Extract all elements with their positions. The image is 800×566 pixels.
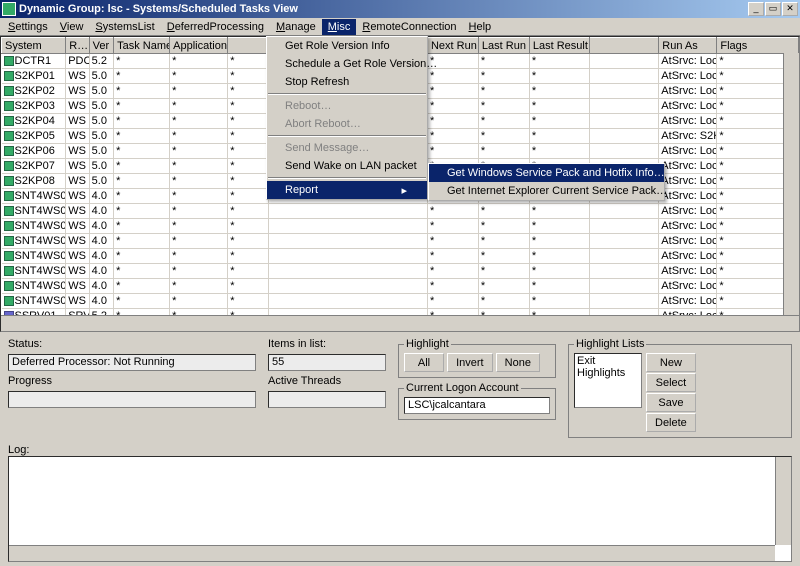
status-value: Deferred Processor: Not Running	[8, 354, 256, 371]
hl-delete-button[interactable]: Delete	[646, 413, 696, 432]
items-label: Items in list:	[268, 338, 386, 350]
menu-item[interactable]: Stop Refresh	[267, 73, 427, 91]
highlight-invert-button[interactable]: Invert	[447, 353, 493, 372]
system-icon	[4, 236, 14, 246]
log-textarea[interactable]	[8, 456, 792, 562]
col-header[interactable]: Application	[170, 38, 228, 54]
menu-item: Abort Reboot…	[267, 115, 427, 133]
system-icon	[4, 206, 14, 216]
col-header[interactable]	[228, 38, 269, 54]
system-icon	[4, 161, 14, 171]
table-row[interactable]: SNT4WS08WS4.0******AtSrvc: Local…*	[2, 294, 799, 309]
submenu-item[interactable]: Get Windows Service Pack and Hotfix Info…	[429, 164, 664, 182]
menu-systemslist[interactable]: SystemsList	[89, 19, 160, 35]
system-icon	[4, 101, 14, 111]
table-row[interactable]: SNT4WS07WS4.0******AtSrvc: Local…*	[2, 279, 799, 294]
menu-item[interactable]: Send Wake on LAN packet	[267, 157, 427, 175]
report-submenu[interactable]: Get Windows Service Pack and Hotfix Info…	[428, 163, 665, 201]
col-header[interactable]: Flags	[717, 38, 799, 54]
highlight-fieldset: Highlight All Invert None	[398, 338, 556, 378]
system-icon	[4, 266, 14, 276]
col-header[interactable]: Last Run	[478, 38, 529, 54]
table-row[interactable]: SNT4WS05WS4.0******AtSrvc: Local…*	[2, 249, 799, 264]
minimize-button[interactable]: _	[748, 2, 764, 16]
log-hscroll[interactable]	[9, 545, 775, 561]
system-icon	[4, 146, 14, 156]
system-icon	[4, 86, 14, 96]
col-header[interactable]: System	[2, 38, 66, 54]
threads-label: Active Threads	[268, 375, 386, 387]
menu-remoteconnection[interactable]: RemoteConnection	[356, 19, 462, 35]
items-value: 55	[268, 354, 386, 371]
menu-item: Send Message…	[267, 139, 427, 157]
system-icon	[4, 281, 14, 291]
highlight-none-button[interactable]: None	[496, 353, 540, 372]
menu-deferredprocessing[interactable]: DeferredProcessing	[161, 19, 270, 35]
system-icon	[4, 221, 14, 231]
table-row[interactable]: SNT4WS06WS4.0******AtSrvc: Local…*	[2, 264, 799, 279]
status-label: Status:	[8, 338, 256, 350]
menu-item[interactable]: Schedule a Get Role Version…	[267, 55, 427, 73]
menu-settings[interactable]: Settings	[2, 19, 54, 35]
col-header[interactable]: Last Result	[529, 38, 589, 54]
highlight-lists-box[interactable]: Exit Highlights	[574, 353, 642, 408]
highlight-lists-legend: Highlight Lists	[574, 338, 646, 350]
app-icon	[2, 2, 16, 16]
hl-save-button[interactable]: Save	[646, 393, 696, 412]
menubar: SettingsViewSystemsListDeferredProcessin…	[0, 18, 800, 36]
col-header[interactable]: Task Name	[114, 38, 170, 54]
menu-manage[interactable]: Manage	[270, 19, 322, 35]
menu-item[interactable]: Get Role Version Info	[267, 37, 427, 55]
highlight-legend: Highlight	[404, 338, 451, 350]
system-icon	[4, 131, 14, 141]
table-row[interactable]: SNT4WS02WS4.0******AtSrvc: Local…*	[2, 204, 799, 219]
menu-misc[interactable]: Misc	[322, 19, 357, 35]
horizontal-scrollbar[interactable]	[1, 315, 799, 331]
col-header[interactable]: Ver	[89, 38, 113, 54]
vertical-scrollbar[interactable]	[783, 53, 799, 315]
col-header[interactable]: R…	[66, 38, 89, 54]
system-icon	[4, 191, 14, 201]
menu-item: Reboot…	[267, 97, 427, 115]
progress-label: Progress	[8, 375, 256, 387]
log-vscroll[interactable]	[775, 457, 791, 545]
highlight-all-button[interactable]: All	[404, 353, 444, 372]
misc-menu-dropdown[interactable]: Get Role Version InfoSchedule a Get Role…	[266, 36, 428, 200]
close-button[interactable]: ✕	[782, 2, 798, 16]
system-icon	[4, 176, 14, 186]
table-row[interactable]: SNT4WS04WS4.0******AtSrvc: Local…*	[2, 234, 799, 249]
progress-value	[8, 391, 256, 408]
threads-value	[268, 391, 386, 408]
maximize-button[interactable]: ▭	[765, 2, 781, 16]
col-header[interactable]: Next Run	[427, 38, 478, 54]
system-icon	[4, 251, 14, 261]
logon-fieldset: Current Logon Account LSC\jcalcantara	[398, 382, 556, 420]
hl-new-button[interactable]: New	[646, 353, 696, 372]
col-header[interactable]: Run As	[659, 38, 717, 54]
col-header[interactable]	[590, 38, 659, 54]
menu-help[interactable]: Help	[463, 19, 498, 35]
system-icon	[4, 296, 14, 306]
system-icon	[4, 71, 14, 81]
menu-view[interactable]: View	[54, 19, 90, 35]
log-label: Log:	[8, 444, 29, 456]
table-row[interactable]: SNT4WS03WS4.0******AtSrvc: Local…*	[2, 219, 799, 234]
highlight-lists-fieldset: Highlight Lists Exit Highlights New Sele…	[568, 338, 792, 438]
menu-item[interactable]: Report▸	[267, 181, 427, 199]
window-title: Dynamic Group: lsc - Systems/Scheduled T…	[19, 3, 748, 15]
submenu-item[interactable]: Get Internet Explorer Current Service Pa…	[429, 182, 664, 200]
hl-select-button[interactable]: Select	[646, 373, 696, 392]
status-panel: Status: Deferred Processor: Not Running …	[0, 332, 800, 444]
logon-value: LSC\jcalcantara	[404, 397, 550, 414]
titlebar: Dynamic Group: lsc - Systems/Scheduled T…	[0, 0, 800, 18]
logon-legend: Current Logon Account	[404, 382, 521, 394]
system-icon	[4, 56, 14, 66]
system-icon	[4, 116, 14, 126]
